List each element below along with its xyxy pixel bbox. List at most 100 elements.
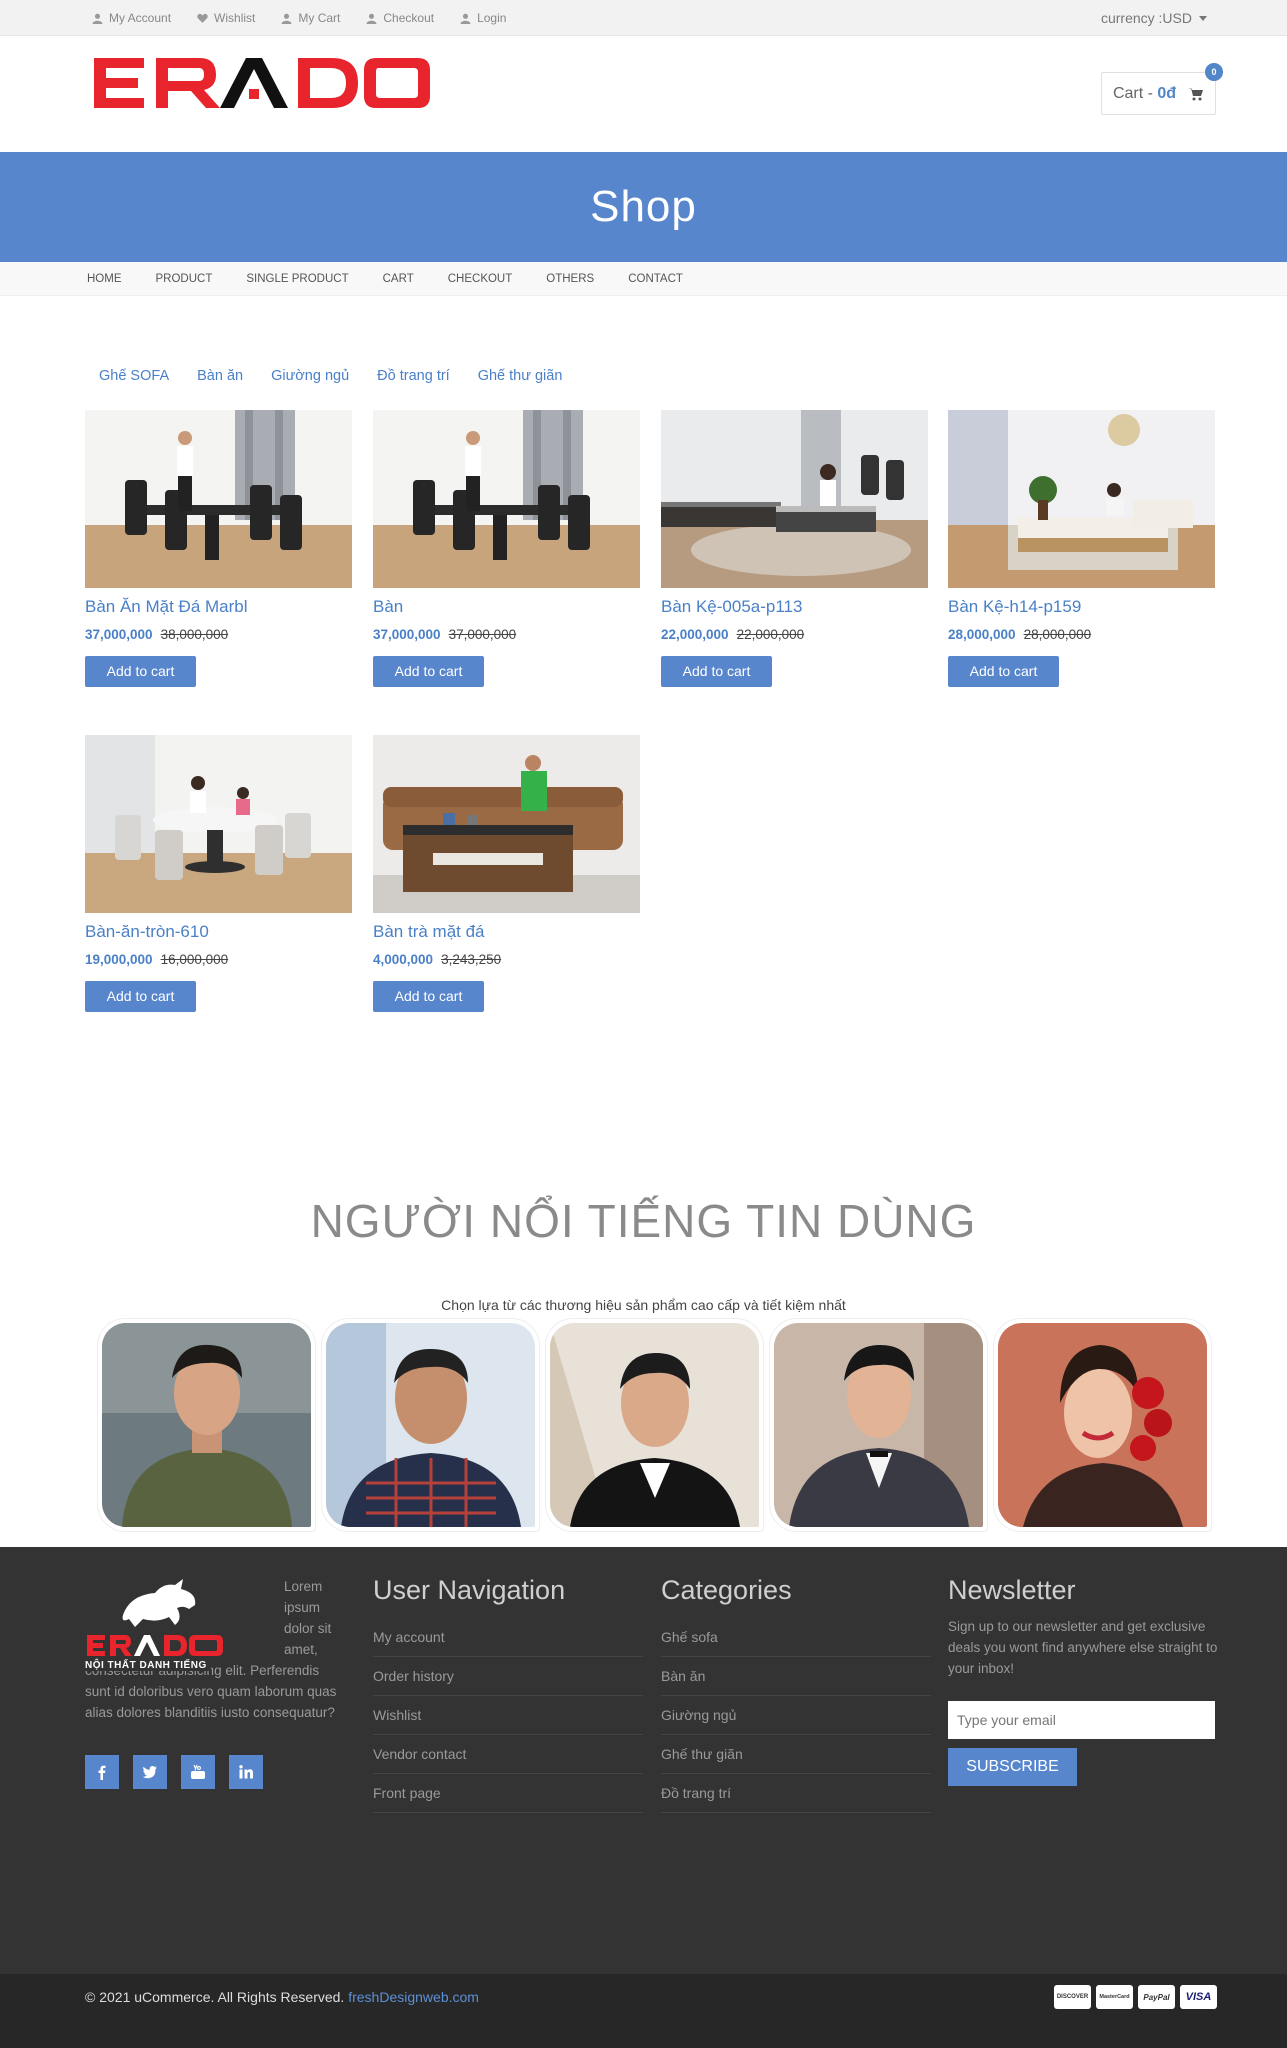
product-card: Bàn-ăn-tròn-610 19,000,000 16,000,000 Ad… xyxy=(85,735,352,1012)
add-to-cart-button[interactable]: Add to cart xyxy=(661,656,772,687)
old-price: 3,243,250 xyxy=(441,952,502,967)
category-tab[interactable]: Bàn ăn xyxy=(183,368,257,384)
designer-link[interactable]: freshDesignweb.com xyxy=(348,1989,479,2005)
product-price: 19,000,000 16,000,000 xyxy=(85,952,352,967)
twitter-button[interactable] xyxy=(133,1755,167,1789)
footer-bottom-bar: © 2021 uCommerce. All Rights Reserved. f… xyxy=(0,1974,1287,2048)
cart-label: Cart - xyxy=(1112,84,1158,102)
celebrity-photo[interactable] xyxy=(993,1318,1212,1532)
old-price: 16,000,000 xyxy=(160,952,229,967)
facebook-button[interactable] xyxy=(85,1755,119,1789)
facebook-icon xyxy=(98,1765,106,1780)
current-price: 37,000,000 xyxy=(85,627,153,642)
my-cart-link[interactable]: My Cart xyxy=(281,11,340,25)
lock-icon xyxy=(460,13,471,24)
product-image[interactable] xyxy=(661,410,928,588)
paypal-icon: PayPal xyxy=(1138,1985,1175,2009)
product-name[interactable]: Bàn-ăn-tròn-610 xyxy=(85,922,352,942)
footer-category-link[interactable]: Đồ trang trí xyxy=(661,1774,931,1813)
current-price: 4,000,000 xyxy=(373,952,434,967)
product-image[interactable] xyxy=(373,735,640,913)
category-tab[interactable]: Giường ngủ xyxy=(257,368,363,384)
page-banner: Shop xyxy=(0,152,1287,262)
product-price: 37,000,000 37,000,000 xyxy=(373,627,640,642)
footer-link-wishlist[interactable]: Wishlist xyxy=(373,1696,643,1735)
current-price: 19,000,000 xyxy=(85,952,153,967)
product-card: Bàn 37,000,000 37,000,000 Add to cart xyxy=(373,410,640,687)
product-image[interactable] xyxy=(373,410,640,588)
celebrity-photo[interactable] xyxy=(545,1318,764,1532)
footer-link-order-history[interactable]: Order history xyxy=(373,1657,643,1696)
product-price: 22,000,000 22,000,000 xyxy=(661,627,928,642)
celebrities-subtitle: Chọn lựa từ các thương hiệu sản phẩm cao… xyxy=(441,1297,846,1313)
footer-category-link[interactable]: Ghế thư giãn xyxy=(661,1735,931,1774)
copyright-text: © 2021 uCommerce. All Rights Reserved. xyxy=(85,1989,349,2005)
add-to-cart-button[interactable]: Add to cart xyxy=(85,981,196,1012)
youtube-icon xyxy=(191,1764,205,1779)
copyright: © 2021 uCommerce. All Rights Reserved. f… xyxy=(85,1974,479,2020)
footer-category-link[interactable]: Bàn ăn xyxy=(661,1657,931,1696)
nav-contact[interactable]: CONTACT xyxy=(611,273,700,285)
celebrity-photo[interactable] xyxy=(97,1318,316,1532)
my-account-link[interactable]: My Account xyxy=(92,11,171,25)
product-image[interactable] xyxy=(85,410,352,588)
login-link[interactable]: Login xyxy=(460,11,506,25)
nav-others[interactable]: OTHERS xyxy=(529,273,611,285)
product-name[interactable]: Bàn Kệ-h14-p159 xyxy=(948,597,1215,617)
celebrity-photo[interactable] xyxy=(769,1318,988,1532)
youtube-button[interactable] xyxy=(181,1755,215,1789)
newsletter-email-input[interactable] xyxy=(948,1701,1215,1739)
linkedin-icon xyxy=(239,1765,253,1779)
add-to-cart-button[interactable]: Add to cart xyxy=(373,981,484,1012)
erado-logo[interactable] xyxy=(92,56,432,110)
currency-selector[interactable]: currency :USD xyxy=(1101,0,1207,36)
footer-category-link[interactable]: Giường ngủ xyxy=(661,1696,931,1735)
user-icon xyxy=(366,13,377,24)
site-footer: Lorem ipsum dolor sit amet, consectetur … xyxy=(0,1547,1287,1974)
top-bar: My Account Wishlist My Cart Checkout Log… xyxy=(0,0,1287,36)
wishlist-link[interactable]: Wishlist xyxy=(197,11,255,25)
footer-link-front-page[interactable]: Front page xyxy=(373,1774,643,1813)
add-to-cart-button[interactable]: Add to cart xyxy=(373,656,484,687)
footer-category-link[interactable]: Ghế sofa xyxy=(661,1618,931,1657)
categories-column: Categories Ghế sofa Bàn ăn Giường ngủ Gh… xyxy=(661,1575,931,1813)
product-price: 28,000,000 28,000,000 xyxy=(948,627,1215,642)
linkedin-button[interactable] xyxy=(229,1755,263,1789)
nav-product[interactable]: PRODUCT xyxy=(139,273,230,285)
checkout-link[interactable]: Checkout xyxy=(366,11,434,25)
cart-button[interactable]: Cart - 0đ xyxy=(1101,72,1216,115)
product-card: Bàn trà mặt đá 4,000,000 3,243,250 Add t… xyxy=(373,735,640,1012)
product-name[interactable]: Bàn Ăn Mặt Đá Marbl xyxy=(85,597,352,617)
newsletter-heading: Newsletter xyxy=(948,1575,1076,1605)
celebrity-photo[interactable] xyxy=(321,1318,540,1532)
discover-icon: DISCOVER xyxy=(1054,1985,1091,2009)
caret-down-icon xyxy=(1199,15,1207,21)
celebrities-heading: NGƯỜI NỔI TIẾNG TIN DÙNG xyxy=(310,1195,977,1247)
nav-cart[interactable]: CART xyxy=(366,273,431,285)
nav-single-product[interactable]: SINGLE PRODUCT xyxy=(229,273,365,285)
category-tab[interactable]: Ghế SOFA xyxy=(85,368,183,384)
add-to-cart-button[interactable]: Add to cart xyxy=(85,656,196,687)
product-price: 37,000,000 38,000,000 xyxy=(85,627,352,642)
product-name[interactable]: Bàn trà mặt đá xyxy=(373,922,640,942)
nav-checkout[interactable]: CHECKOUT xyxy=(431,273,530,285)
product-image[interactable] xyxy=(948,410,1215,588)
product-name[interactable]: Bàn Kệ-005a-p113 xyxy=(661,597,928,617)
old-price: 38,000,000 xyxy=(160,627,229,642)
cart-count-badge: 0 xyxy=(1205,63,1223,81)
social-links xyxy=(85,1755,263,1789)
nav-home[interactable]: HOME xyxy=(70,273,139,285)
product-name[interactable]: Bàn xyxy=(373,597,640,617)
footer-link-my-account[interactable]: My account xyxy=(373,1618,643,1657)
add-to-cart-button[interactable]: Add to cart xyxy=(948,656,1059,687)
product-card: Bàn Ăn Mặt Đá Marbl 37,000,000 38,000,00… xyxy=(85,410,352,687)
footer-logo-tagline: NỘI THẤT DANH TIẾNG xyxy=(85,1660,211,1671)
subscribe-button[interactable]: SUBSCRIBE xyxy=(948,1748,1077,1786)
old-price: 37,000,000 xyxy=(448,627,517,642)
category-tab[interactable]: Ghế thư giãn xyxy=(464,368,577,384)
user-navigation-column: User Navigation My account Order history… xyxy=(373,1575,643,1813)
product-image[interactable] xyxy=(85,735,352,913)
category-tab[interactable]: Đồ trang trí xyxy=(363,368,464,384)
footer-link-vendor-contact[interactable]: Vendor contact xyxy=(373,1735,643,1774)
old-price: 28,000,000 xyxy=(1023,627,1092,642)
